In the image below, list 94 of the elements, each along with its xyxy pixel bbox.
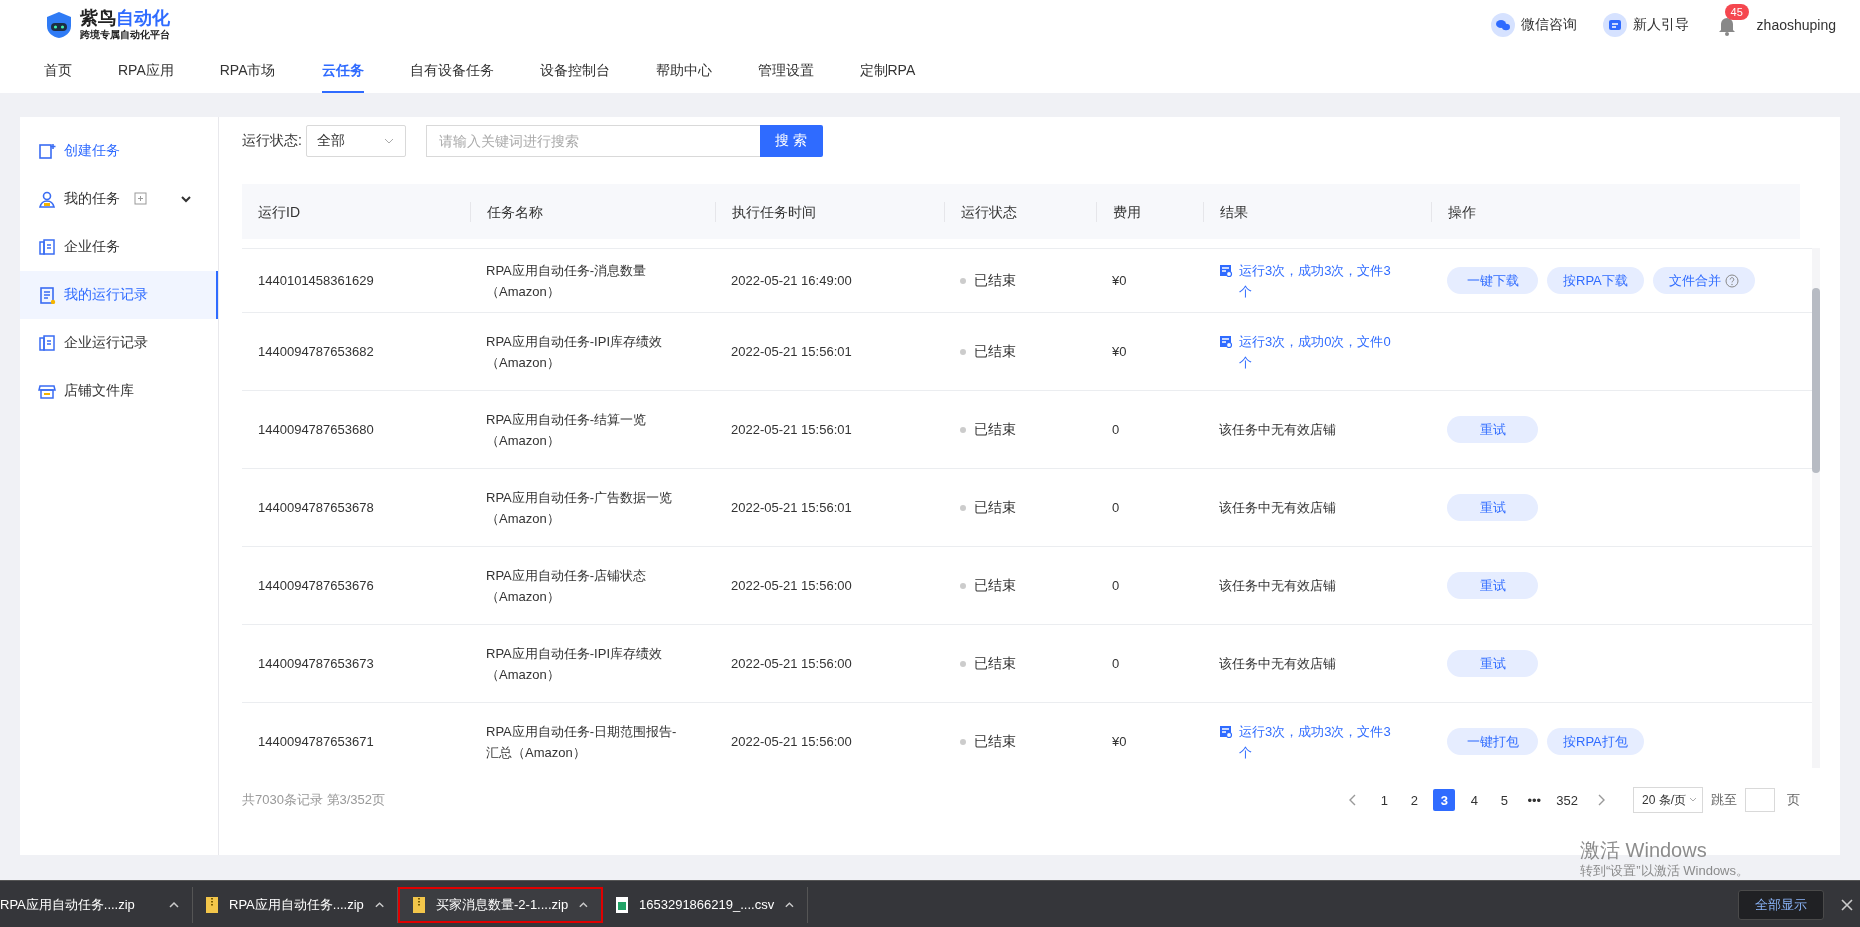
sidebar-item[interactable]: 店铺文件库	[20, 367, 218, 415]
page-size-dropdown[interactable]: 20 条/页	[1633, 787, 1703, 813]
table-cell-text: 该任务中无有效店铺	[1218, 655, 1337, 673]
action-button[interactable]: 重试	[1447, 494, 1538, 521]
page-button[interactable]: 5	[1493, 789, 1516, 811]
page-button[interactable]: 352	[1553, 789, 1581, 811]
nav-tab[interactable]: 首页	[44, 50, 72, 93]
table-cell-text: ¥0	[1111, 733, 1128, 751]
sidebar-item[interactable]: 企业任务	[20, 223, 218, 271]
page-button[interactable]: 2	[1403, 789, 1426, 811]
activation-notice-title: 激活 Windows	[1580, 838, 1708, 862]
table-cell-text: 1440094787653673	[257, 655, 375, 673]
activation-notice-text: 转到“设置”以激活 Windows。	[1580, 862, 1749, 880]
table-header: 运行ID 任务名称 执行任务时间 运行状态 费用 结果 操作	[242, 184, 1800, 239]
nav-tab[interactable]: 管理设置	[757, 50, 814, 93]
download-item[interactable]: 1653291866219_....csv	[603, 886, 808, 923]
result-link[interactable]: 运行3次，成功0次，文件0个	[1239, 330, 1396, 373]
table-cell-text: 2022-05-21 15:56:00	[730, 577, 853, 595]
action-button[interactable]: 文件合并	[1652, 267, 1755, 294]
filter-label: 运行状态:	[242, 132, 302, 150]
table-cell-text: 2022-05-21 15:56:01	[730, 421, 853, 439]
search-button[interactable]: 搜 索	[759, 125, 823, 157]
nav-tab[interactable]: 自有设备任务	[409, 50, 494, 93]
table-cell-text: 该任务中无有效店铺	[1218, 577, 1337, 595]
nav-tab[interactable]: 帮助中心	[655, 50, 712, 93]
status-text: 已结束	[974, 576, 1016, 595]
nav-tab[interactable]: RPA应用	[118, 50, 174, 93]
download-item[interactable]: RPA应用自动任务....zip	[0, 886, 193, 923]
status-text: 已结束	[974, 732, 1016, 751]
page-button[interactable]: 1	[1373, 789, 1396, 811]
nav-tab[interactable]: 云任务	[321, 50, 364, 93]
search-field[interactable]: 请输入关键词进行搜索	[425, 125, 760, 157]
notification-badge: 45	[1724, 4, 1749, 20]
sidebar-item[interactable]: 创建任务	[20, 127, 218, 175]
page-suffix: 页	[1787, 791, 1800, 809]
table-cell-text: RPA应用自动任务-IPI库存绩效 （Amazon）	[485, 332, 663, 372]
table-cell-text: 0	[1111, 421, 1121, 439]
action-button[interactable]: 一键下载	[1447, 267, 1538, 294]
sidebar-item[interactable]: 我的运行记录	[20, 271, 218, 319]
table-cell-text: 2022-05-21 15:56:00	[730, 655, 853, 673]
status-text: 已结束	[974, 342, 1016, 361]
table-cell-text: RPA应用自动任务-结算一览 （Amazon）	[485, 410, 648, 450]
page-button[interactable]: 3	[1433, 789, 1456, 811]
table-cell-text: RPA应用自动任务-IPI库存绩效 （Amazon）	[485, 644, 663, 684]
show-all-button[interactable]: 全部显示	[1738, 889, 1824, 920]
table-cell-text: 2022-05-21 15:56:00	[730, 733, 853, 751]
result-link[interactable]: 运行3次，成功3次，文件3个	[1239, 720, 1396, 763]
nav-tab[interactable]: 设备控制台	[539, 50, 610, 93]
result-link[interactable]: 运行3次，成功3次，文件3个	[1239, 259, 1396, 302]
logo-title: 紫鸟自动化	[80, 8, 170, 28]
action-button[interactable]: 按RPA下载	[1547, 267, 1644, 294]
table-cell-text: 1440094787653680	[257, 421, 375, 439]
table-cell-text: 该任务中无有效店铺	[1218, 421, 1337, 439]
table-cell-text: 0	[1111, 577, 1121, 595]
action-button[interactable]: 重试	[1447, 416, 1538, 443]
status-text: 已结束	[974, 420, 1016, 439]
table-cell-text: ¥0	[1111, 272, 1128, 290]
table-cell-text: 1440094787653682	[257, 343, 375, 361]
user-name[interactable]: zhaoshuping	[1756, 17, 1836, 33]
table-cell-text: 2022-05-21 15:56:01	[730, 343, 853, 361]
table-cell-text: 该任务中无有效店铺	[1218, 499, 1337, 517]
status-text: 已结束	[974, 654, 1016, 673]
table-cell-text: 1440094787653676	[257, 577, 375, 595]
table-cell-text: 1440094787653671	[257, 733, 375, 751]
action-button[interactable]: 重试	[1447, 650, 1538, 677]
table-cell-text: 2022-05-21 16:49:00	[730, 272, 853, 290]
nav-tab[interactable]: RPA市场	[219, 50, 276, 93]
table-cell-text: RPA应用自动任务-日期范围报告- 汇总（Amazon）	[485, 722, 678, 762]
status-text: 已结束	[974, 498, 1016, 517]
page-button[interactable]: •••	[1523, 789, 1546, 811]
logo-subtitle: 跨境专属自动化平台	[80, 28, 170, 42]
table-cell-text: RPA应用自动任务-店铺状态 （Amazon）	[485, 566, 648, 606]
table-cell-text: 0	[1111, 499, 1121, 517]
action-button[interactable]: 重试	[1447, 572, 1538, 599]
header-link[interactable]: 新人引导	[1632, 16, 1689, 34]
download-item[interactable]: 买家消息数量-2-1....zip	[398, 886, 603, 923]
table-cell-text: RPA应用自动任务-消息数量 （Amazon）	[485, 261, 648, 301]
action-button[interactable]: 按RPA打包	[1547, 728, 1644, 755]
page-button[interactable]: 4	[1463, 789, 1486, 811]
sidebar-item[interactable]: 我的任务	[20, 175, 218, 223]
record-summary: 共7030条记录 第3/352页	[242, 791, 386, 809]
status-text: 已结束	[974, 271, 1016, 290]
status-dropdown[interactable]: 全部	[305, 125, 406, 157]
table-cell-text: ¥0	[1111, 343, 1128, 361]
table-cell-text: 2022-05-21 15:56:01	[730, 499, 853, 517]
jump-label: 跳至	[1711, 791, 1737, 809]
action-button[interactable]: 一键打包	[1447, 728, 1538, 755]
table-cell-text: 1440094787653678	[257, 499, 375, 517]
table-cell-text: RPA应用自动任务-广告数据一览 （Amazon）	[485, 488, 674, 528]
nav-tab[interactable]: 定制RPA	[859, 50, 916, 93]
table-cell-text: 0	[1111, 655, 1121, 673]
table-cell-text: 1440101458361629	[257, 272, 375, 290]
sidebar-item[interactable]: 企业运行记录	[20, 319, 218, 367]
header-link[interactable]: 微信咨询	[1520, 16, 1577, 34]
